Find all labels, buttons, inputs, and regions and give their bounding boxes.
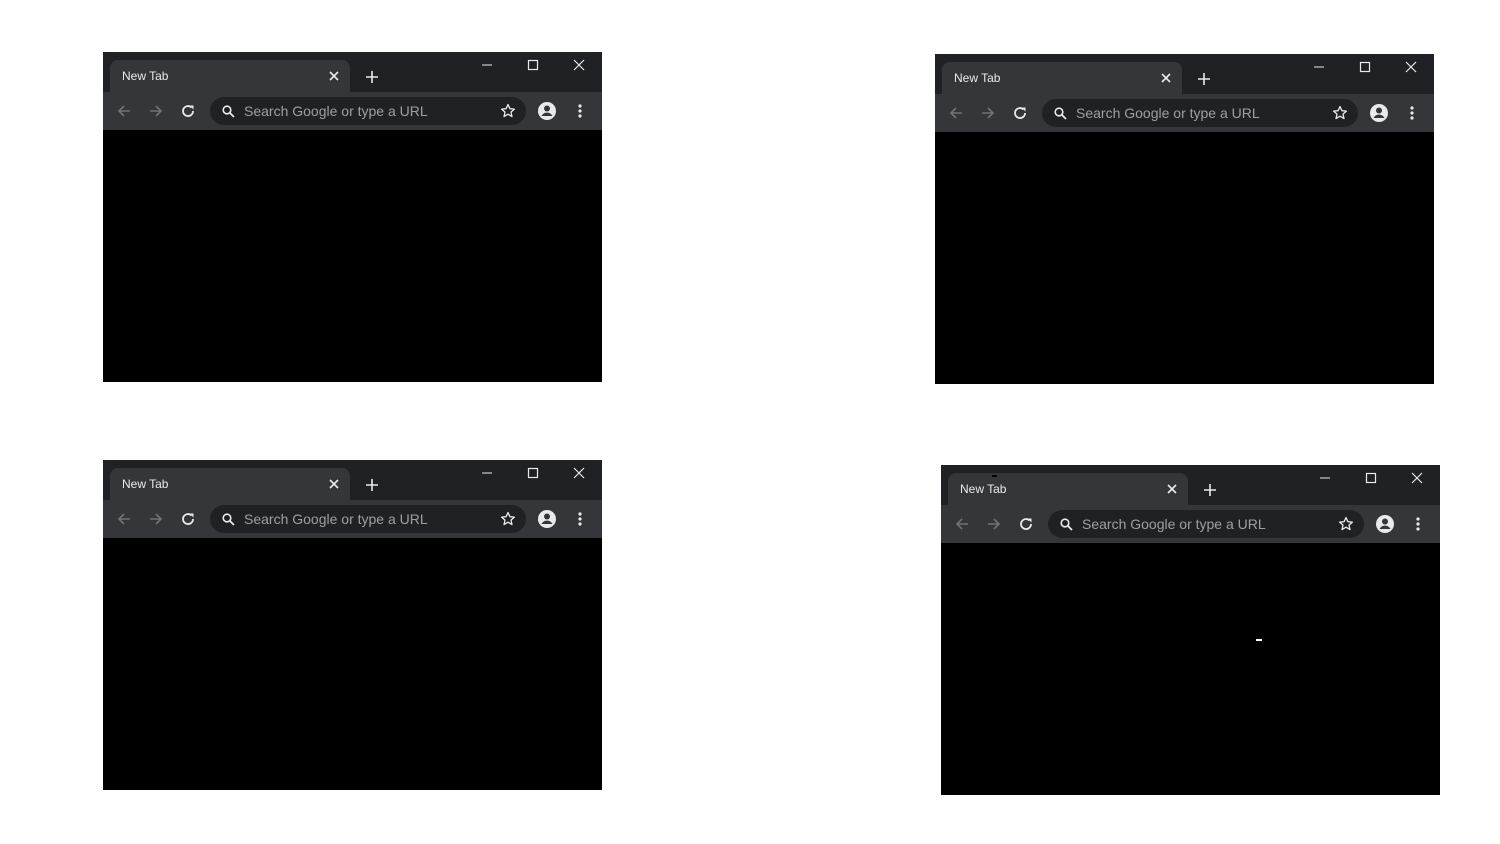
omnibox[interactable]: Search Google or type a URL: [1048, 510, 1364, 538]
toolbar: Search Google or type a URL: [935, 94, 1434, 132]
title-bar[interactable]: New Tab: [935, 54, 1434, 94]
omnibox[interactable]: Search Google or type a URL: [210, 505, 526, 533]
new-tab-plus-icon[interactable]: [361, 474, 383, 496]
page-content[interactable]: [103, 538, 602, 790]
tab-drag-marker: [992, 475, 997, 477]
tab-close-icon[interactable]: [326, 68, 342, 84]
omnibox-placeholder: Search Google or type a URL: [244, 103, 428, 119]
more-vertical-icon[interactable]: [568, 507, 592, 531]
arrow-left-icon[interactable]: [112, 99, 136, 123]
arrow-left-icon[interactable]: [950, 512, 974, 536]
omnibox[interactable]: Search Google or type a URL: [210, 97, 526, 125]
tab-new-tab[interactable]: New Tab: [948, 473, 1188, 505]
star-icon[interactable]: [1331, 104, 1349, 122]
account-circle-icon[interactable]: [1367, 101, 1391, 125]
star-icon[interactable]: [499, 102, 517, 120]
new-tab-plus-icon[interactable]: [1193, 68, 1215, 90]
text-cursor-icon: [1256, 639, 1262, 641]
tab-new-tab[interactable]: New Tab: [942, 62, 1182, 94]
tab-close-icon[interactable]: [1164, 481, 1180, 497]
tab-title: New Tab: [960, 482, 1007, 496]
arrow-right-icon[interactable]: [982, 512, 1006, 536]
browser-window-4: New Tab Search Google or type a URL: [941, 465, 1440, 795]
more-vertical-icon[interactable]: [568, 99, 592, 123]
account-circle-icon[interactable]: [535, 99, 559, 123]
close-icon[interactable]: [566, 462, 592, 484]
arrow-right-icon[interactable]: [976, 101, 1000, 125]
browser-window-2: New Tab Search Google or type a URL: [935, 54, 1434, 384]
title-bar[interactable]: New Tab: [941, 465, 1440, 505]
omnibox-placeholder: Search Google or type a URL: [1076, 105, 1260, 121]
arrow-right-icon[interactable]: [144, 99, 168, 123]
search-icon: [220, 103, 236, 119]
reload-icon[interactable]: [1008, 101, 1032, 125]
account-circle-icon[interactable]: [535, 507, 559, 531]
page-content[interactable]: [103, 130, 602, 382]
arrow-left-icon[interactable]: [944, 101, 968, 125]
browser-window-3: New Tab Search Google or type a URL: [103, 460, 602, 790]
toolbar: Search Google or type a URL: [103, 92, 602, 130]
minimize-icon[interactable]: [1312, 467, 1338, 489]
new-tab-plus-icon[interactable]: [361, 66, 383, 88]
search-icon: [1058, 516, 1074, 532]
page-content[interactable]: [935, 132, 1434, 384]
minimize-icon[interactable]: [474, 54, 500, 76]
toolbar: Search Google or type a URL: [941, 505, 1440, 543]
browser-window-1: New Tab Search Google or type a URL: [103, 52, 602, 382]
maximize-icon[interactable]: [520, 54, 546, 76]
tab-close-icon[interactable]: [326, 476, 342, 492]
maximize-icon[interactable]: [1358, 467, 1384, 489]
maximize-icon[interactable]: [520, 462, 546, 484]
tab-new-tab[interactable]: New Tab: [110, 60, 350, 92]
tab-new-tab[interactable]: New Tab: [110, 468, 350, 500]
tab-close-icon[interactable]: [1158, 70, 1174, 86]
search-icon: [1052, 105, 1068, 121]
account-circle-icon[interactable]: [1373, 512, 1397, 536]
minimize-icon[interactable]: [1306, 56, 1332, 78]
reload-icon[interactable]: [176, 507, 200, 531]
omnibox-placeholder: Search Google or type a URL: [1082, 516, 1266, 532]
omnibox-placeholder: Search Google or type a URL: [244, 511, 428, 527]
new-tab-plus-icon[interactable]: [1199, 479, 1221, 501]
title-bar[interactable]: New Tab: [103, 52, 602, 92]
arrow-left-icon[interactable]: [112, 507, 136, 531]
star-icon[interactable]: [499, 510, 517, 528]
close-icon[interactable]: [566, 54, 592, 76]
arrow-right-icon[interactable]: [144, 507, 168, 531]
more-vertical-icon[interactable]: [1406, 512, 1430, 536]
page-content[interactable]: [941, 543, 1440, 795]
more-vertical-icon[interactable]: [1400, 101, 1424, 125]
search-icon: [220, 511, 236, 527]
reload-icon[interactable]: [176, 99, 200, 123]
maximize-icon[interactable]: [1352, 56, 1378, 78]
toolbar: Search Google or type a URL: [103, 500, 602, 538]
reload-icon[interactable]: [1014, 512, 1038, 536]
close-icon[interactable]: [1404, 467, 1430, 489]
tab-title: New Tab: [122, 477, 169, 491]
tab-title: New Tab: [954, 71, 1001, 85]
tab-title: New Tab: [122, 69, 169, 83]
minimize-icon[interactable]: [474, 462, 500, 484]
star-icon[interactable]: [1337, 515, 1355, 533]
close-icon[interactable]: [1398, 56, 1424, 78]
omnibox[interactable]: Search Google or type a URL: [1042, 99, 1358, 127]
title-bar[interactable]: New Tab: [103, 460, 602, 500]
